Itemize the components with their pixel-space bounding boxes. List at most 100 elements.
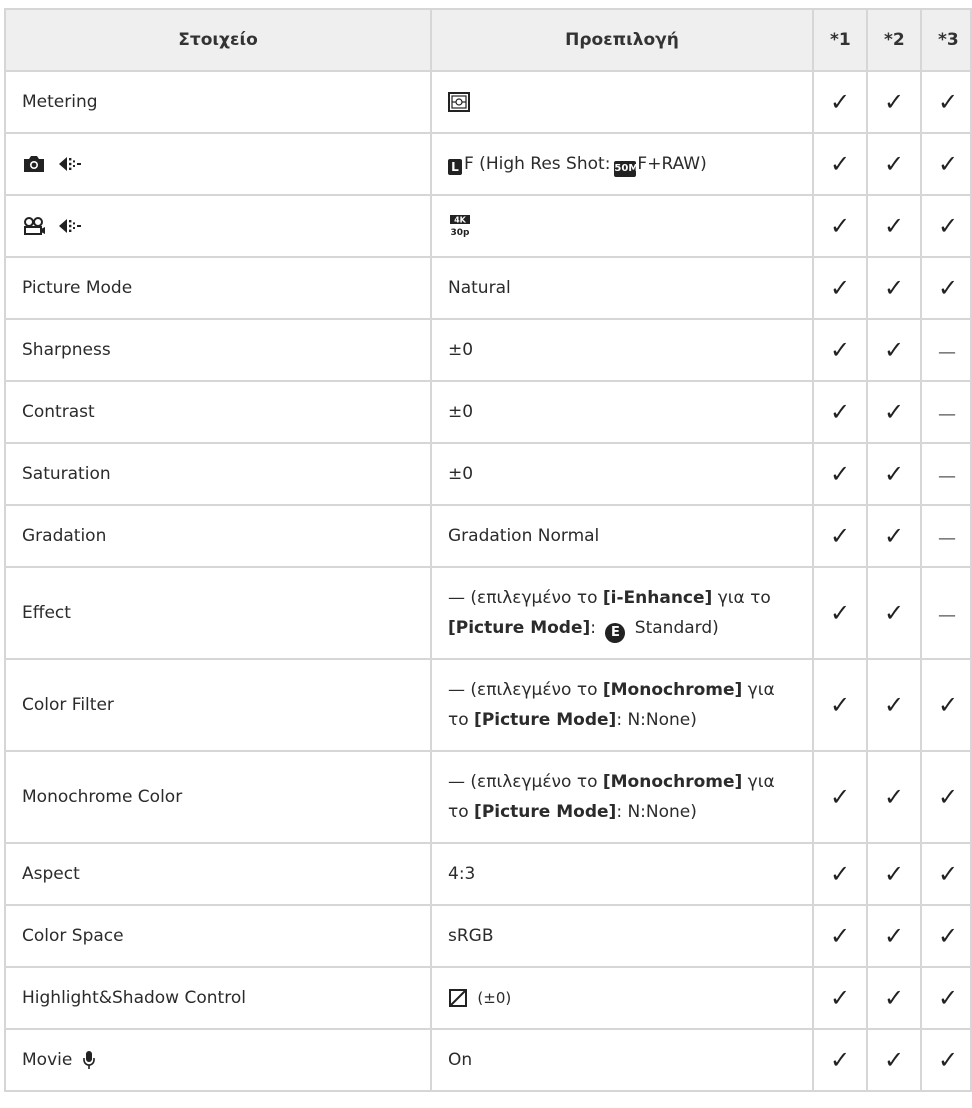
table-row: Contrast ±0 ✓ ✓ — [4,380,972,444]
default-cell: Natural [430,256,814,320]
metering-icon [448,92,470,112]
header-item: Στοιχείο [4,8,432,72]
mark-cell: ✓ [866,566,922,660]
dash-mark: — [938,466,956,487]
mark-cell: ✓ [812,380,868,444]
default-cell: ±0 [430,442,814,506]
tone-curve-icon [449,989,467,1007]
item-cell: Movie [4,1028,432,1092]
mark-cell: ✓ [866,442,922,506]
table-row: Picture Mode Natural ✓ ✓ ✓ [4,256,972,320]
mark-cell: ✓ [812,904,868,968]
item-cell: Gradation [4,504,432,568]
dash-mark: — [938,605,956,626]
mark-cell: ✓ [812,1028,868,1092]
default-text: Standard) [629,618,719,638]
mark-cell: ✓ [866,256,922,320]
item-cell: Highlight&Shadow Control [4,966,432,1030]
default-text: F (High Res Shot: [464,154,611,174]
mark-cell: — [920,380,972,444]
movie-icon [24,217,45,235]
image-quality-icon [59,219,82,233]
mark-cell: ✓ [920,194,972,258]
mark-cell: ✓ [920,750,972,844]
header-col2: *2 [866,8,922,72]
default-cell: ±0 [430,318,814,382]
mark-cell: ✓ [866,132,922,196]
default-bold-text: [Monochrome] [602,772,743,792]
table-row: Effect — (επιλεγμένο το [i-Enhance] για … [4,566,972,660]
table-row: Metering ✓ ✓ ✓ [4,70,972,134]
svg-text:4K: 4K [454,216,467,225]
mark-cell: ✓ [812,256,868,320]
default-bold-text: [i-Enhance] [602,588,713,608]
mark-cell: ✓ [920,966,972,1030]
mark-cell: ✓ [812,842,868,906]
settings-table: Στοιχείο Προεπιλογή *1 *2 *3 Metering ✓ … [4,8,972,1092]
default-bold-text: [Monochrome] [602,680,743,700]
mark-cell: ✓ [812,658,868,752]
table-row: Gradation Gradation Normal ✓ ✓ — [4,504,972,568]
mark-cell: ✓ [920,256,972,320]
table-row: Color Filter — (επιλεγμένο το [Monochrom… [4,658,972,752]
item-cell: Monochrome Color [4,750,432,844]
item-cell [4,132,432,196]
mark-cell: ✓ [866,194,922,258]
default-cell: 4:3 [430,842,814,906]
table-row: Color Space sRGB ✓ ✓ ✓ [4,904,972,968]
camera-icon [24,156,44,172]
mark-cell: ✓ [920,904,972,968]
table-row: 4K 30p ✓ ✓ ✓ [4,194,972,258]
item-cell: Color Space [4,904,432,968]
item-cell: Sharpness [4,318,432,382]
mark-cell: ✓ [866,966,922,1030]
item-cell: Metering [4,70,432,134]
mark-cell: ✓ [866,750,922,844]
mark-cell: ✓ [866,842,922,906]
dash-mark: — [938,528,956,549]
table-row: LF (High Res Shot: 50MF+RAW) ✓ ✓ ✓ [4,132,972,196]
mark-cell: — [920,318,972,382]
dash-mark: — [938,342,956,363]
default-cell: Gradation Normal [430,504,814,568]
default-cell: — (επιλεγμένο το [Monochrome] για το [Pi… [430,658,814,752]
table-row: Aspect 4:3 ✓ ✓ ✓ [4,842,972,906]
mark-cell: ✓ [920,842,972,906]
default-text: — (επιλεγμένο το [448,588,603,608]
default-text: : N:None) [616,802,697,822]
item-text: Movie [22,1050,73,1070]
default-cell: sRGB [430,904,814,968]
mark-cell: ✓ [812,194,868,258]
dash-mark: — [938,404,956,425]
default-text: : [590,618,602,638]
mark-cell: ✓ [812,442,868,506]
mark-cell: — [920,566,972,660]
mark-cell: — [920,504,972,568]
mark-cell: ✓ [920,132,972,196]
mark-cell: ✓ [866,380,922,444]
table-row: Monochrome Color — (επιλεγμένο το [Monoc… [4,750,972,844]
default-text: — (επιλεγμένο το [448,772,603,792]
mark-cell: ✓ [866,504,922,568]
mark-cell: — [920,442,972,506]
item-cell: Contrast [4,380,432,444]
mark-cell: ✓ [812,750,868,844]
default-cell: (±0) [430,966,814,1030]
mark-cell: ✓ [866,318,922,382]
default-text-2: F+RAW) [637,154,707,174]
e-mode-badge: E [605,623,626,643]
mark-cell: ✓ [866,904,922,968]
mark-cell: ✓ [866,1028,922,1092]
item-cell: Aspect [4,842,432,906]
table-row: Sharpness ±0 ✓ ✓ — [4,318,972,382]
mark-cell: ✓ [920,70,972,134]
table-row: Highlight&Shadow Control (±0) ✓ ✓ ✓ [4,966,972,1030]
microphone-icon [82,1051,95,1069]
header-col3: *3 [920,8,972,72]
default-text: : N:None) [616,710,697,730]
default-text: για το [712,588,771,608]
default-text: — (επιλεγμένο το [448,680,603,700]
4k-30p-icon: 4K 30p [450,215,470,237]
item-cell: Picture Mode [4,256,432,320]
50m-badge: 50M [614,161,638,177]
